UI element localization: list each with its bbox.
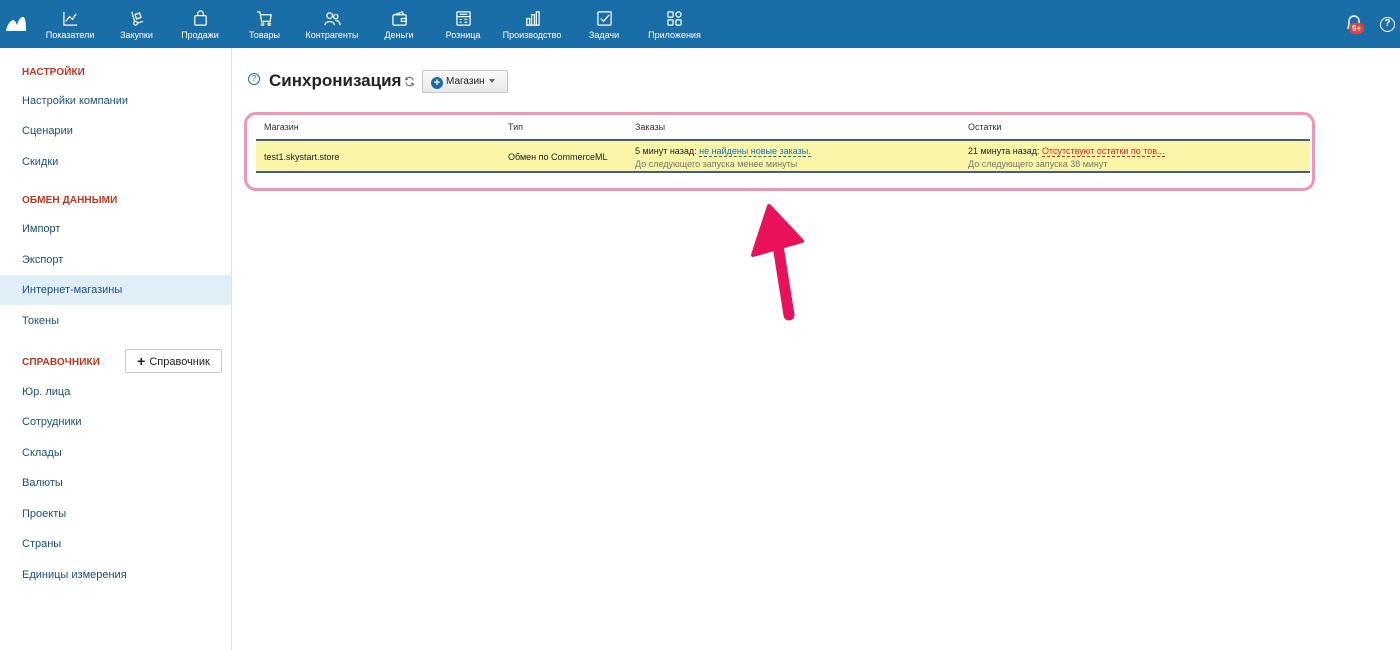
nav-item-label: Контрагенты — [305, 30, 359, 40]
column-header-stock: Остатки — [968, 122, 1002, 132]
nav-item-label: Розница — [445, 30, 481, 40]
nav-item-products[interactable]: Товары — [248, 10, 281, 44]
nav-item-sales[interactable]: Продажи — [180, 10, 220, 44]
nav-item-label: Приложения — [648, 30, 701, 40]
people-icon — [323, 12, 341, 26]
top-navigation-bar: Показатели Закупки Продажи Товары Контра… — [0, 0, 1400, 48]
nav-item-label: Закупки — [120, 30, 153, 40]
nav-item-label: Задачи — [588, 30, 620, 40]
nav-item-production[interactable]: Производство — [501, 10, 563, 44]
sidebar-item-export[interactable]: Экспорт — [0, 245, 231, 275]
nav-item-purchases[interactable]: Закупки — [118, 10, 155, 44]
sidebar-item-currencies[interactable]: Валюты — [0, 468, 231, 498]
sidebar-item-import[interactable]: Импорт — [0, 214, 231, 244]
nav-item-label: Продажи — [181, 30, 219, 40]
nav-item-money[interactable]: Деньги — [383, 10, 415, 44]
sidebar-item-legal-entities[interactable]: Юр. лица — [0, 377, 231, 407]
annotation-arrow-icon — [751, 204, 804, 321]
sidebar-section-settings: НАСТРОЙКИ — [22, 67, 85, 78]
nav-item-label: Товары — [249, 30, 280, 40]
add-shop-label: Магазин — [446, 76, 485, 87]
add-reference-button[interactable]: + Справочник — [125, 349, 222, 373]
cash-register-icon — [455, 11, 471, 26]
orders-status-link[interactable]: не найдены новые заказы. — [699, 146, 811, 157]
sidebar-item-tokens[interactable]: Токены — [0, 306, 231, 336]
shopping-bag-icon — [193, 10, 207, 26]
orders-status-line: 5 минут назад: не найдены новые заказы. — [635, 146, 811, 157]
nav-item-counterparties[interactable]: Контрагенты — [303, 10, 361, 44]
shop-cell: test1.skystart.store — [264, 152, 340, 162]
sidebar-item-countries[interactable]: Страны — [0, 529, 231, 559]
bar-chart-icon — [525, 11, 540, 26]
orders-next-run: До следующего запуска менее минуты — [635, 159, 798, 169]
sidebar-section-exchange: ОБМЕН ДАННЫМИ — [22, 195, 118, 206]
notification-badge: 9+ — [1349, 23, 1365, 34]
plus-circle-icon: + — [431, 77, 443, 89]
stock-status-line: 21 минута назад: Отсутствуют остатки по … — [968, 146, 1165, 157]
sidebar-section-references: СПРАВОЧНИКИ — [22, 357, 100, 368]
sidebar: НАСТРОЙКИ Настройки компании Сценарии Ск… — [0, 48, 232, 650]
nav-item-label: Деньги — [384, 30, 414, 40]
column-header-shop: Магазин — [264, 122, 299, 132]
sidebar-item-company-settings[interactable]: Настройки компании — [0, 86, 231, 116]
orders-time: 5 минут назад: — [635, 146, 697, 156]
help-icon[interactable]: ? — [1380, 17, 1395, 32]
sidebar-item-scenarios[interactable]: Сценарии — [0, 116, 231, 146]
type-cell: Обмен по CommerceML — [508, 152, 608, 162]
column-header-type: Тип — [508, 122, 524, 132]
nav-item-label: Производство — [502, 30, 562, 40]
nav-item-apps[interactable]: Приложения — [647, 10, 702, 44]
stock-time: 21 минута назад: — [968, 146, 1040, 156]
sidebar-item-warehouses[interactable]: Склады — [0, 438, 231, 468]
help-icon[interactable]: ? — [248, 73, 260, 85]
add-reference-label: Справочник — [149, 356, 210, 368]
dolly-icon — [131, 11, 144, 26]
column-header-orders: Заказы — [635, 122, 666, 132]
stock-next-run: До следующего запуска 38 минут — [968, 159, 1108, 169]
nav-item-retail[interactable]: Розница — [444, 10, 482, 44]
wallet-icon — [391, 11, 407, 26]
apps-grid-icon — [667, 11, 682, 26]
logo-icon[interactable] — [5, 15, 27, 33]
refresh-icon[interactable] — [404, 76, 415, 87]
sidebar-item-online-stores[interactable]: Интернет-магазины — [0, 275, 231, 305]
page-title: Синхронизация — [269, 71, 402, 90]
sidebar-item-employees[interactable]: Сотрудники — [0, 407, 231, 437]
table-row[interactable]: test1.skystart.store Обмен по CommerceML… — [256, 141, 1310, 173]
caret-down-icon — [488, 79, 495, 83]
chart-line-icon — [62, 11, 77, 26]
nav-item-label: Показатели — [45, 30, 95, 40]
sidebar-item-discounts[interactable]: Скидки — [0, 147, 231, 177]
cart-icon — [256, 11, 272, 27]
nav-item-tasks[interactable]: Задачи — [588, 10, 620, 44]
sidebar-item-units[interactable]: Единицы измерения — [0, 560, 231, 590]
stock-status-link[interactable]: Отсутствуют остатки по тов... — [1042, 146, 1165, 157]
nav-item-indicators[interactable]: Показатели — [44, 10, 96, 44]
plus-icon: + — [137, 353, 146, 369]
add-shop-button[interactable]: + Магазин — [422, 70, 508, 93]
checkbox-icon — [596, 11, 612, 26]
sidebar-item-projects[interactable]: Проекты — [0, 499, 231, 529]
